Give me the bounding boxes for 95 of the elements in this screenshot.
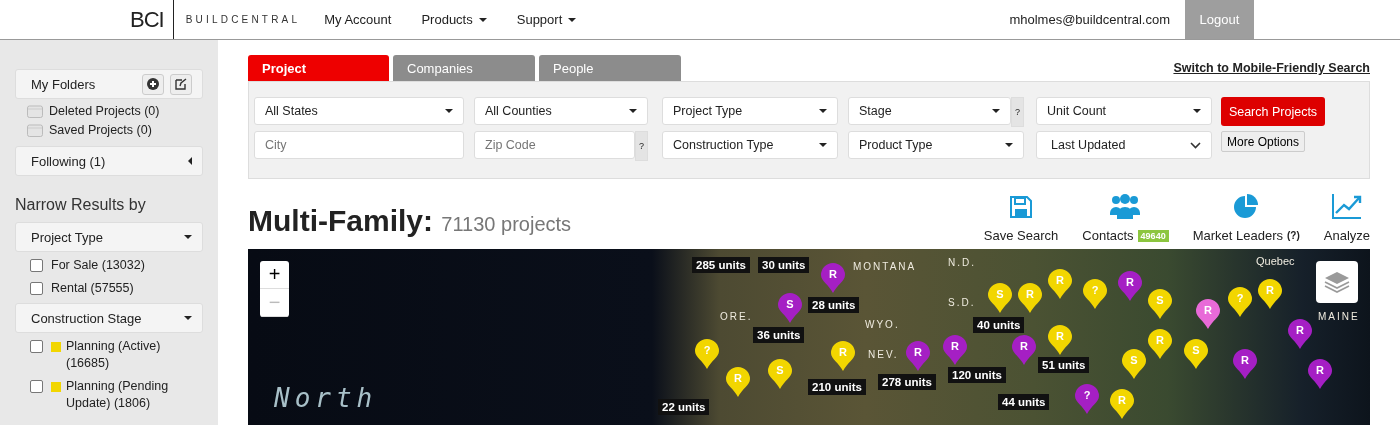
folder-link[interactable]: Deleted Projects (0) — [49, 104, 160, 118]
unit-count-label[interactable]: 120 units — [948, 367, 1006, 383]
map-pin[interactable]: R — [821, 263, 845, 293]
folder-icon — [27, 104, 43, 118]
chevron-down-icon — [1190, 141, 1201, 149]
toolbar-action[interactable]: Contacts 49640 — [1082, 193, 1169, 243]
dropdown[interactable]: Last Updated — [1036, 131, 1212, 159]
project-count: 71130 projects — [441, 213, 572, 235]
dropdown[interactable]: All Counties — [474, 97, 648, 125]
search-tab[interactable]: Project — [248, 55, 389, 81]
dropdown[interactable]: Stage — [848, 97, 1011, 125]
map-place-label: ORE. — [720, 311, 753, 322]
map-pin[interactable]: R — [1288, 319, 1312, 349]
pie-chart-icon — [1233, 193, 1260, 219]
logo-wordmark[interactable]: BUILDCENTRAL — [185, 14, 301, 25]
option-label: For Sale (13032) — [51, 257, 145, 274]
action-label: Analyze — [1323, 228, 1370, 243]
checkbox[interactable] — [30, 259, 43, 272]
map-place-label: Quebec — [1256, 255, 1295, 267]
map-pin[interactable]: R — [1118, 271, 1142, 301]
map-pin[interactable]: R — [1308, 359, 1332, 389]
unit-count-label[interactable]: 285 units — [692, 257, 750, 273]
map-pin[interactable]: R — [943, 335, 967, 365]
dropdown[interactable]: All States — [254, 97, 464, 125]
unit-count-label[interactable]: 30 units — [758, 257, 810, 273]
nav-menu-item[interactable]: My Account — [324, 12, 392, 27]
filter-group-header[interactable]: Project Type — [15, 222, 203, 252]
filter-group-header[interactable]: Construction Stage — [15, 303, 203, 333]
action-label: Save Search — [983, 228, 1059, 243]
folder-icon — [27, 123, 43, 137]
unit-count-label[interactable]: 22 units — [658, 399, 710, 415]
search-projects-button[interactable]: Search Projects — [1221, 97, 1325, 126]
map-pin[interactable]: S — [778, 293, 802, 323]
text-field[interactable]: City — [254, 131, 464, 159]
action-label: Contacts — [1082, 228, 1134, 243]
option-label: Planning (Pending Update) (1806) — [66, 378, 170, 412]
logo-mark[interactable]: BCI — [130, 0, 174, 39]
add-folder-button[interactable] — [142, 73, 164, 95]
satellite-map[interactable] — [248, 249, 1370, 425]
user-email: mholmes@buildcentral.com — [1009, 12, 1170, 27]
folder-link[interactable]: Saved Projects (0) — [49, 123, 152, 137]
following-toggle[interactable]: Following (1) — [15, 146, 203, 176]
option-label: Planning (Active) (16685) — [66, 338, 162, 372]
unit-count-label[interactable]: 278 units — [878, 374, 936, 390]
unit-count-label[interactable]: 44 units — [998, 394, 1050, 410]
map-place-label: N.D. — [948, 257, 976, 268]
toolbar-action[interactable]: Market Leaders (?) — [1192, 193, 1300, 243]
help-button[interactable]: ? — [1011, 97, 1024, 127]
option-label: Rental (57555) — [51, 280, 134, 297]
map-pin[interactable]: R — [1012, 335, 1036, 365]
map-pin[interactable]: ? — [1075, 384, 1099, 414]
dropdown[interactable]: Product Type — [848, 131, 1024, 159]
unit-count-label[interactable]: 28 units — [808, 297, 860, 313]
nav-menu-item[interactable]: Support — [516, 12, 577, 27]
unit-count-label[interactable]: 210 units — [808, 379, 866, 395]
people-icon — [1110, 193, 1141, 219]
edit-icon — [175, 78, 187, 90]
edit-folder-button[interactable] — [170, 73, 192, 95]
caret-icon — [184, 316, 192, 320]
checkbox[interactable] — [30, 282, 43, 295]
plus-circle-icon — [147, 78, 159, 90]
map-pin[interactable]: R — [1233, 349, 1257, 379]
more-options-button[interactable]: More Options — [1221, 131, 1306, 152]
unit-count-label[interactable]: 40 units — [973, 317, 1025, 333]
layers-button[interactable] — [1316, 261, 1358, 303]
zoom-in-button[interactable]: + — [260, 261, 289, 289]
dropdown[interactable]: Unit Count — [1036, 97, 1212, 125]
checkbox[interactable] — [30, 380, 43, 393]
map-place-label: WYO. — [865, 319, 900, 330]
mobile-search-link[interactable]: Switch to Mobile-Friendly Search — [1173, 61, 1370, 75]
map-place-label: S.D. — [948, 297, 976, 308]
help-hint: (?) — [1286, 230, 1300, 241]
line-chart-icon — [1331, 193, 1362, 219]
narrow-results-heading: Narrow Results by — [15, 196, 147, 214]
help-button[interactable]: ? — [635, 131, 648, 161]
dropdown[interactable]: Construction Type — [662, 131, 838, 159]
checkbox[interactable] — [30, 340, 43, 353]
text-field[interactable]: Zip Code — [474, 131, 635, 159]
map-place-label: North — [274, 383, 378, 413]
toolbar-action[interactable]: Analyze — [1323, 193, 1370, 243]
dropdown[interactable]: Project Type — [662, 97, 838, 125]
layers-icon — [1324, 270, 1350, 294]
map-pin[interactable]: R — [906, 341, 930, 371]
unit-count-label[interactable]: 51 units — [1038, 357, 1090, 373]
nav-menu-item[interactable]: Products — [421, 12, 487, 27]
toolbar-action[interactable]: Save Search — [983, 195, 1059, 243]
count-badge: 49640 — [1137, 229, 1169, 242]
map-place-label: MAINE — [1318, 311, 1360, 322]
unit-count-label[interactable]: 36 units — [753, 327, 805, 343]
action-label: Market Leaders — [1192, 228, 1283, 243]
results-title: Multi-Family: — [248, 204, 433, 237]
caret-icon — [184, 235, 192, 239]
map-place-label: MONTANA — [853, 261, 917, 272]
map-place-label: NEV. — [868, 349, 899, 360]
folders-title: My Folders — [31, 76, 96, 92]
